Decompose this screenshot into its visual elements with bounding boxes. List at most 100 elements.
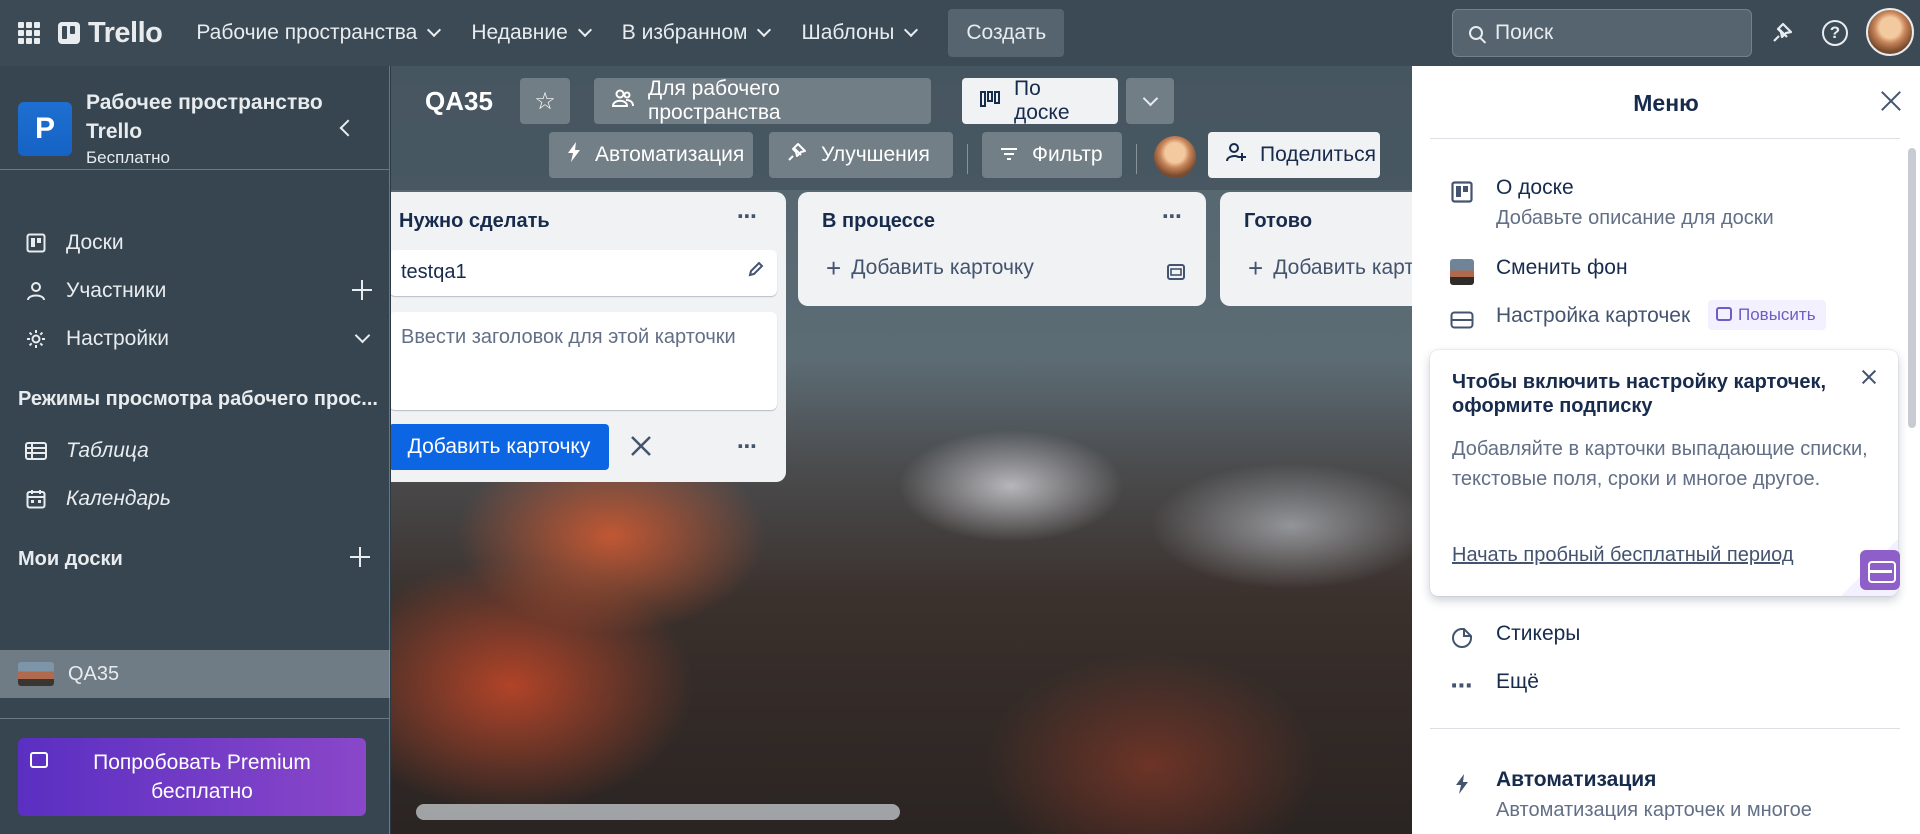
add-card-label: Добавить карточку xyxy=(851,256,1034,279)
filter-label: Фильтр xyxy=(1032,143,1103,166)
person-icon xyxy=(24,281,48,301)
close-menu-icon[interactable] xyxy=(1878,88,1904,114)
sidebar-item-members[interactable]: Участники xyxy=(0,268,390,314)
automation-button[interactable]: Автоматизация xyxy=(549,132,753,178)
background-thumbnail-icon xyxy=(1450,259,1474,285)
list-title[interactable]: В процессе xyxy=(822,210,935,233)
add-card-row[interactable]: + Добавить карточку xyxy=(826,253,1034,283)
workspace-logo[interactable]: P xyxy=(18,102,72,156)
close-icon[interactable] xyxy=(629,434,653,458)
top-navigation-bar: Trello Рабочие пространства Недавние В и… xyxy=(0,0,1920,66)
star-board-button[interactable]: ☆ xyxy=(520,78,570,124)
divider xyxy=(1430,728,1900,729)
nav-workspaces-label: Рабочие пространства xyxy=(196,21,418,44)
nav-templates[interactable]: Шаблоны xyxy=(785,9,932,57)
sidebar-item-boards[interactable]: Доски xyxy=(0,220,390,266)
power-ups-button[interactable]: Улучшения xyxy=(769,132,953,178)
upgrade-badge[interactable]: Повысить xyxy=(1708,300,1826,330)
add-card-button[interactable]: Добавить карточку xyxy=(391,424,609,470)
lightning-icon xyxy=(1450,772,1474,796)
nav-recent-label: Недавние xyxy=(471,21,568,44)
rocket-icon xyxy=(787,142,807,168)
board-icon xyxy=(1450,180,1474,204)
share-label: Поделиться xyxy=(1260,143,1376,166)
divider xyxy=(967,144,968,174)
menu-item-label: Настройка карточек xyxy=(1496,304,1691,327)
card-template-icon[interactable] xyxy=(1166,262,1186,287)
nav-recent[interactable]: Недавние xyxy=(455,9,605,57)
board-title[interactable]: QA35 xyxy=(425,86,493,117)
visibility-label: Для рабочего пространства xyxy=(648,77,781,124)
card-title: testqa1 xyxy=(401,261,467,283)
table-icon xyxy=(24,442,48,460)
add-member-icon[interactable] xyxy=(352,280,372,300)
sidebar-item-settings[interactable]: Настройки xyxy=(0,316,390,362)
share-button[interactable]: Поделиться xyxy=(1208,132,1380,178)
filter-button[interactable]: Фильтр xyxy=(982,132,1122,178)
sidebar-item-table[interactable]: Таблица xyxy=(0,428,390,474)
nav-starred[interactable]: В избранном xyxy=(606,9,786,57)
try-premium-button[interactable]: Попробовать Premium бесплатно xyxy=(18,738,366,816)
composer-options-icon[interactable]: ⋯ xyxy=(737,434,758,459)
automation-label: Автоматизация xyxy=(595,143,745,166)
menu-item-label: Стикеры xyxy=(1496,622,1581,645)
views-heading: Режимы просмотра рабочего прос... xyxy=(18,388,378,410)
menu-card-settings[interactable]: Настройка карточек Повысить xyxy=(1412,300,1902,336)
app-switcher-icon[interactable] xyxy=(18,22,40,44)
board-member-avatar[interactable] xyxy=(1154,136,1196,178)
promo-title: Чтобы включить настройку карточек, оформ… xyxy=(1452,371,1827,417)
user-avatar[interactable] xyxy=(1866,8,1914,56)
sidebar-board-label: QA35 xyxy=(68,662,120,685)
nav-starred-label: В избранном xyxy=(621,21,748,44)
list-menu-icon[interactable]: ⋯ xyxy=(1162,204,1183,229)
board-icon xyxy=(24,233,48,253)
menu-automation[interactable]: Автоматизация Автоматизация карточек и м… xyxy=(1412,768,1902,828)
menu-item-label: Ещё xyxy=(1496,670,1539,693)
card-title-input[interactable]: Ввести заголовок для этой карточки xyxy=(391,312,777,410)
search-input[interactable]: Поиск xyxy=(1452,9,1752,57)
edit-card-icon[interactable] xyxy=(747,260,765,284)
header-nav: Рабочие пространства Недавние В избранно… xyxy=(180,9,1065,57)
list-title[interactable]: Нужно сделать xyxy=(399,210,550,233)
trello-logo[interactable]: Trello xyxy=(58,16,163,50)
workspace-name[interactable]: Рабочее пространство Trello xyxy=(86,88,326,146)
chevron-down-icon xyxy=(904,22,919,38)
collapse-sidebar-icon[interactable] xyxy=(339,119,357,137)
logo-text: Trello xyxy=(88,16,163,49)
plus-icon: + xyxy=(1248,253,1264,283)
horizontal-scrollbar[interactable] xyxy=(416,804,900,820)
promo-body: Добавляйте в карточки выпадающие списки,… xyxy=(1452,438,1868,490)
visibility-button[interactable]: Для рабочего пространства xyxy=(594,77,931,124)
menu-about-board[interactable]: О доске Добавьте описание для доски xyxy=(1412,176,1902,232)
card[interactable]: testqa1 xyxy=(391,250,777,296)
sidebar-board-qa35[interactable]: QA35 xyxy=(0,650,390,698)
board-view-button[interactable]: По доске xyxy=(962,77,1118,124)
plus-icon: + xyxy=(826,253,842,283)
menu-item-label: О доске xyxy=(1496,176,1574,199)
filter-icon xyxy=(1000,143,1018,167)
add-card-label: Добавить карт xyxy=(1273,256,1412,279)
sidebar-item-label: Таблица xyxy=(66,439,149,462)
board-view-icon xyxy=(980,89,1000,113)
menu-scrollbar[interactable] xyxy=(1908,148,1916,428)
add-board-icon[interactable] xyxy=(350,547,370,567)
list-title[interactable]: Готово xyxy=(1244,210,1312,233)
close-promo-icon[interactable] xyxy=(1860,368,1878,386)
notifications-icon[interactable] xyxy=(1767,18,1797,48)
menu-change-background[interactable]: Сменить фон xyxy=(1412,256,1902,288)
list-done: Готово + Добавить карт xyxy=(1220,192,1412,306)
list-menu-icon[interactable]: ⋯ xyxy=(737,204,758,229)
gear-icon xyxy=(24,329,48,349)
menu-stickers[interactable]: Стикеры xyxy=(1412,622,1902,654)
workspace-visibility-icon xyxy=(611,88,634,114)
add-card-row[interactable]: + Добавить карт xyxy=(1248,253,1412,283)
create-button[interactable]: Создать xyxy=(948,9,1065,57)
start-trial-link[interactable]: Начать пробный бесплатный период xyxy=(1452,544,1794,567)
nav-templates-label: Шаблоны xyxy=(801,21,895,44)
nav-workspaces[interactable]: Рабочие пространства xyxy=(180,9,455,57)
views-dropdown-button[interactable] xyxy=(1126,78,1174,124)
menu-more[interactable]: ⋯ Ещё xyxy=(1412,670,1902,702)
sidebar-item-label: Участники xyxy=(66,279,167,302)
help-button[interactable]: ? xyxy=(1820,18,1850,48)
sidebar-item-calendar[interactable]: Календарь xyxy=(0,476,390,522)
